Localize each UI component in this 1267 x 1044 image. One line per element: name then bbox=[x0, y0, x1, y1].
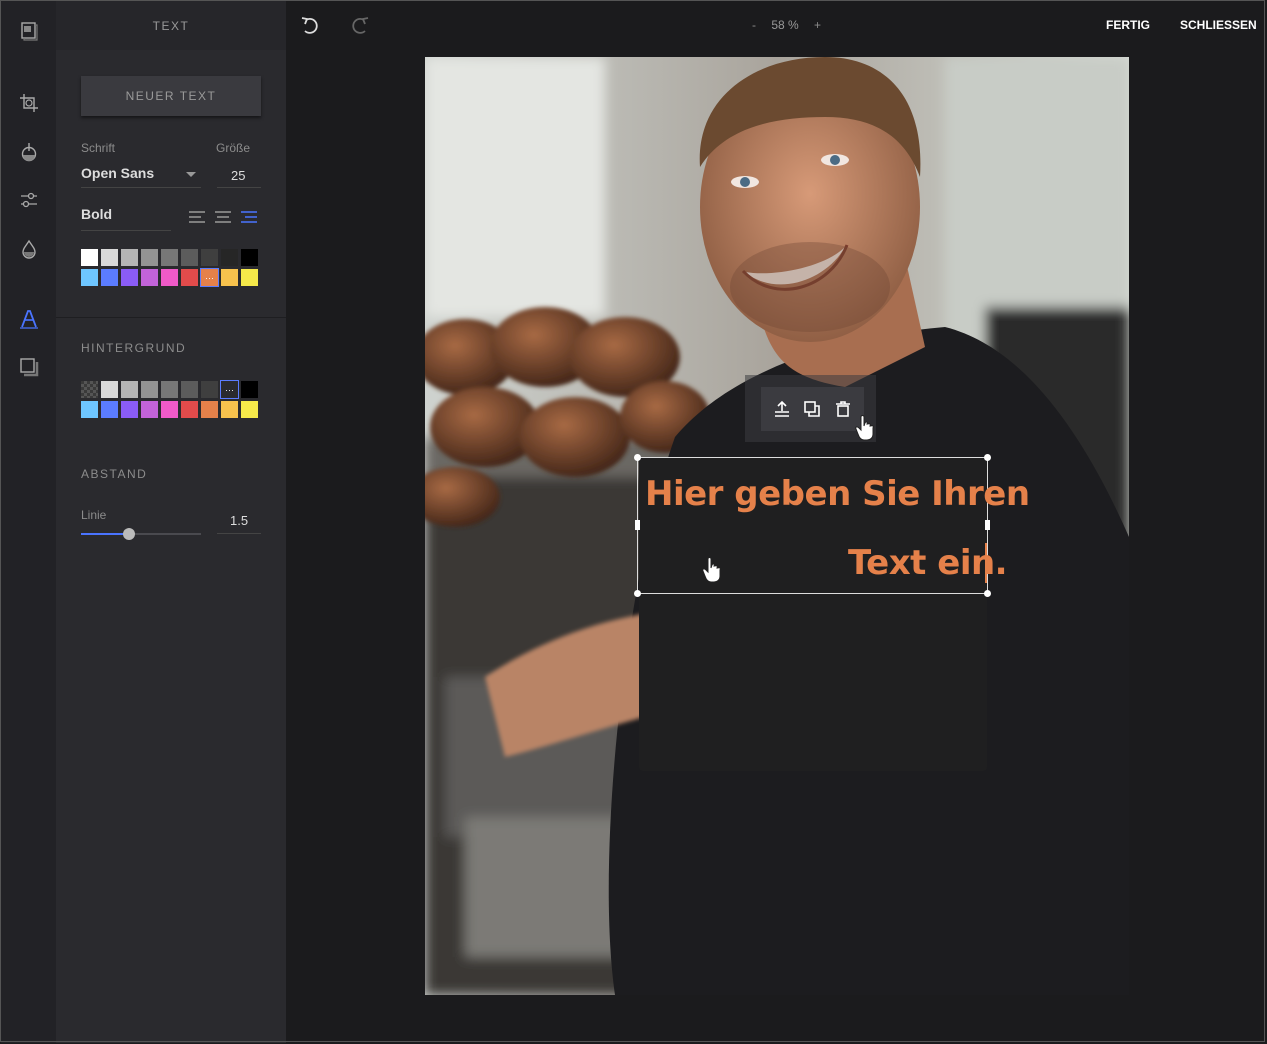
align-center-icon[interactable] bbox=[214, 210, 232, 224]
tool-rail bbox=[1, 1, 56, 1043]
filter-icon[interactable] bbox=[17, 140, 41, 164]
resize-handle-right[interactable] bbox=[985, 520, 990, 530]
spacing-title: ABSTAND bbox=[81, 467, 148, 481]
line-spacing-input[interactable]: 1.5 bbox=[230, 513, 248, 528]
text-color-swatch[interactable] bbox=[121, 249, 138, 266]
text-color-swatch[interactable] bbox=[221, 269, 238, 286]
style-select[interactable]: Bold bbox=[81, 206, 112, 222]
slider-thumb[interactable] bbox=[123, 528, 135, 540]
adjust-icon[interactable] bbox=[17, 188, 41, 212]
panel-title: TEXT bbox=[56, 1, 286, 50]
background-color-swatches: ··· bbox=[81, 380, 258, 418]
background-swatch[interactable] bbox=[101, 401, 118, 418]
background-swatch[interactable] bbox=[161, 381, 178, 398]
zoom-in-button[interactable]: + bbox=[814, 18, 821, 32]
canvas-text-line-1[interactable]: Hier geben Sie Ihren bbox=[645, 474, 1030, 514]
zoom-out-button[interactable]: - bbox=[752, 18, 756, 32]
size-underline bbox=[217, 187, 261, 188]
duplicate-icon[interactable] bbox=[803, 400, 821, 418]
done-button[interactable]: FERTIG bbox=[1106, 18, 1150, 32]
bring-front-icon[interactable] bbox=[773, 400, 791, 418]
font-label: Schrift bbox=[81, 141, 116, 155]
zoom-value: 58 % bbox=[771, 18, 799, 32]
delete-icon[interactable] bbox=[834, 400, 852, 418]
crop-icon[interactable] bbox=[17, 91, 41, 115]
text-color-swatch[interactable] bbox=[81, 249, 98, 266]
text-color-swatch[interactable] bbox=[101, 269, 118, 286]
text-color-swatch[interactable] bbox=[161, 249, 178, 266]
size-label: Größe bbox=[216, 141, 251, 155]
line-spacing-slider[interactable] bbox=[81, 528, 201, 540]
background-swatch[interactable] bbox=[201, 381, 218, 398]
background-swatch[interactable] bbox=[181, 401, 198, 418]
hand-cursor-icon bbox=[855, 415, 874, 441]
text-color-swatch[interactable] bbox=[221, 249, 238, 266]
text-color-swatch[interactable] bbox=[141, 249, 158, 266]
border-icon[interactable] bbox=[17, 355, 41, 379]
background-swatch[interactable] bbox=[181, 381, 198, 398]
text-color-swatch[interactable]: ··· bbox=[200, 268, 219, 287]
background-title: HINTERGRUND bbox=[81, 341, 187, 355]
background-swatch[interactable] bbox=[141, 381, 158, 398]
background-swatch[interactable]: ··· bbox=[220, 380, 239, 399]
font-underline bbox=[81, 187, 201, 188]
text-color-swatch[interactable] bbox=[81, 269, 98, 286]
redo-icon[interactable] bbox=[348, 15, 370, 37]
background-swatch[interactable] bbox=[241, 401, 258, 418]
text-color-swatches: ··· bbox=[81, 249, 258, 287]
align-left-icon[interactable] bbox=[188, 210, 206, 224]
background-swatch[interactable] bbox=[81, 401, 98, 418]
text-color-swatch[interactable] bbox=[141, 269, 158, 286]
top-bar: - 58 % + FERTIG SCHLIESSEN bbox=[286, 1, 1265, 50]
background-swatch[interactable] bbox=[121, 401, 138, 418]
chevron-down-icon[interactable] bbox=[186, 172, 196, 177]
text-color-swatch[interactable] bbox=[101, 249, 118, 266]
resize-handle-bottom-right[interactable] bbox=[984, 590, 991, 597]
close-button[interactable]: SCHLIESSEN bbox=[1180, 18, 1257, 32]
new-text-button[interactable]: NEUER TEXT bbox=[81, 76, 261, 116]
text-color-swatch[interactable] bbox=[181, 269, 198, 286]
background-swatch[interactable] bbox=[161, 401, 178, 418]
text-icon[interactable] bbox=[17, 307, 41, 331]
element-toolbar bbox=[761, 387, 864, 431]
font-select[interactable]: Open Sans bbox=[81, 165, 154, 181]
background-swatch[interactable] bbox=[221, 401, 238, 418]
text-color-swatch[interactable] bbox=[201, 249, 218, 266]
text-color-swatch[interactable] bbox=[181, 249, 198, 266]
background-swatch[interactable] bbox=[121, 381, 138, 398]
line-label: Linie bbox=[81, 508, 107, 522]
background-swatch[interactable] bbox=[101, 381, 118, 398]
resize-handle-left[interactable] bbox=[635, 520, 640, 530]
slider-fill bbox=[81, 533, 129, 535]
canvas-text-line-2[interactable]: Text ein. bbox=[848, 543, 1008, 583]
undo-icon[interactable] bbox=[300, 15, 322, 37]
background-swatch[interactable] bbox=[241, 381, 258, 398]
text-color-swatch[interactable] bbox=[161, 269, 178, 286]
background-swatch[interactable] bbox=[141, 401, 158, 418]
background-swatch[interactable] bbox=[81, 381, 98, 398]
hand-cursor-icon bbox=[702, 557, 721, 583]
text-panel: TEXT NEUER TEXT Schrift Open Sans Größe … bbox=[56, 1, 286, 1043]
resize-handle-bottom-left[interactable] bbox=[634, 590, 641, 597]
resize-handle-top-right[interactable] bbox=[984, 454, 991, 461]
text-color-swatch[interactable] bbox=[241, 249, 258, 266]
align-right-icon[interactable] bbox=[240, 210, 258, 224]
text-caret bbox=[985, 543, 987, 583]
text-color-swatch[interactable] bbox=[121, 269, 138, 286]
resize-handle-top-left[interactable] bbox=[634, 454, 641, 461]
size-input[interactable]: 25 bbox=[231, 168, 245, 183]
line-spacing-underline bbox=[217, 533, 261, 534]
droplet-icon[interactable] bbox=[17, 237, 41, 261]
frame-icon[interactable] bbox=[17, 19, 41, 43]
zoom-control: - 58 % + bbox=[746, 18, 827, 32]
section-divider bbox=[56, 317, 286, 318]
style-underline bbox=[81, 230, 171, 231]
text-color-swatch[interactable] bbox=[241, 269, 258, 286]
background-swatch[interactable] bbox=[201, 401, 218, 418]
